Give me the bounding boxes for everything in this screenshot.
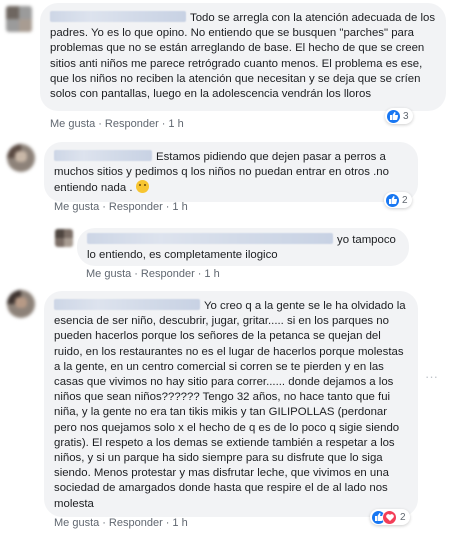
author-name-redacted[interactable]: [50, 11, 186, 22]
reaction-count: 2: [400, 511, 406, 523]
like-link[interactable]: Me gusta: [50, 118, 95, 130]
reaction-count: 3: [403, 110, 409, 122]
like-link[interactable]: Me gusta: [86, 268, 131, 280]
comment-4: Yo creo q a la gente se le ha olvidado l…: [0, 286, 451, 537]
comment-text: Todo se arregla con la atención adecuada…: [50, 12, 436, 101]
avatar[interactable]: [6, 6, 32, 32]
comment-reply: yo tampoco lo entiendo, es completamente…: [0, 226, 451, 286]
love-icon: [382, 509, 397, 525]
comment-bubble: yo tampoco lo entiendo, es completamente…: [77, 228, 409, 266]
reaction-summary[interactable]: 3: [385, 108, 413, 124]
timestamp[interactable]: 1 h: [168, 118, 183, 130]
comment-actions: Me gusta · Responder · 1 h: [54, 517, 188, 529]
reaction-summary[interactable]: 2: [384, 192, 412, 208]
comment-1: Todo se arregla con la atención adecuada…: [0, 0, 451, 135]
author-name-redacted[interactable]: [54, 299, 200, 310]
avatar[interactable]: [55, 229, 73, 247]
comment-bubble: Yo creo q a la gente se le ha olvidado l…: [44, 291, 418, 517]
comment-bubble: Estamos pidiendo que dejen pasar a perro…: [44, 142, 418, 202]
more-options-icon[interactable]: ···: [425, 369, 438, 384]
reaction-count: 2: [402, 194, 408, 206]
timestamp[interactable]: 1 h: [204, 268, 219, 280]
like-link[interactable]: Me gusta: [54, 517, 99, 529]
comment-bubble: Todo se arregla con la atención adecuada…: [40, 3, 446, 111]
timestamp[interactable]: 1 h: [172, 201, 187, 213]
avatar[interactable]: [7, 144, 35, 172]
author-name-redacted[interactable]: [87, 233, 333, 244]
comment-actions: Me gusta · Responder · 1 h: [50, 118, 184, 130]
avatar[interactable]: [7, 290, 35, 318]
reaction-summary[interactable]: 2: [370, 509, 410, 525]
comment-2: Estamos pidiendo que dejen pasar a perro…: [0, 136, 451, 226]
thinking-face-emoji: [135, 180, 149, 194]
like-link[interactable]: Me gusta: [54, 201, 99, 213]
reply-link[interactable]: Responder: [141, 268, 195, 280]
author-name-redacted[interactable]: [54, 150, 152, 161]
comment-actions: Me gusta · Responder · 1 h: [86, 268, 220, 280]
reply-link[interactable]: Responder: [105, 118, 159, 130]
reply-link[interactable]: Responder: [109, 517, 163, 529]
comment-text: Yo creo q a la gente se le ha olvidado l…: [54, 300, 406, 510]
like-icon: [386, 193, 399, 207]
comment-actions: Me gusta · Responder · 1 h: [54, 201, 188, 213]
like-icon: [387, 109, 400, 123]
timestamp[interactable]: 1 h: [172, 517, 187, 529]
reply-link[interactable]: Responder: [109, 201, 163, 213]
